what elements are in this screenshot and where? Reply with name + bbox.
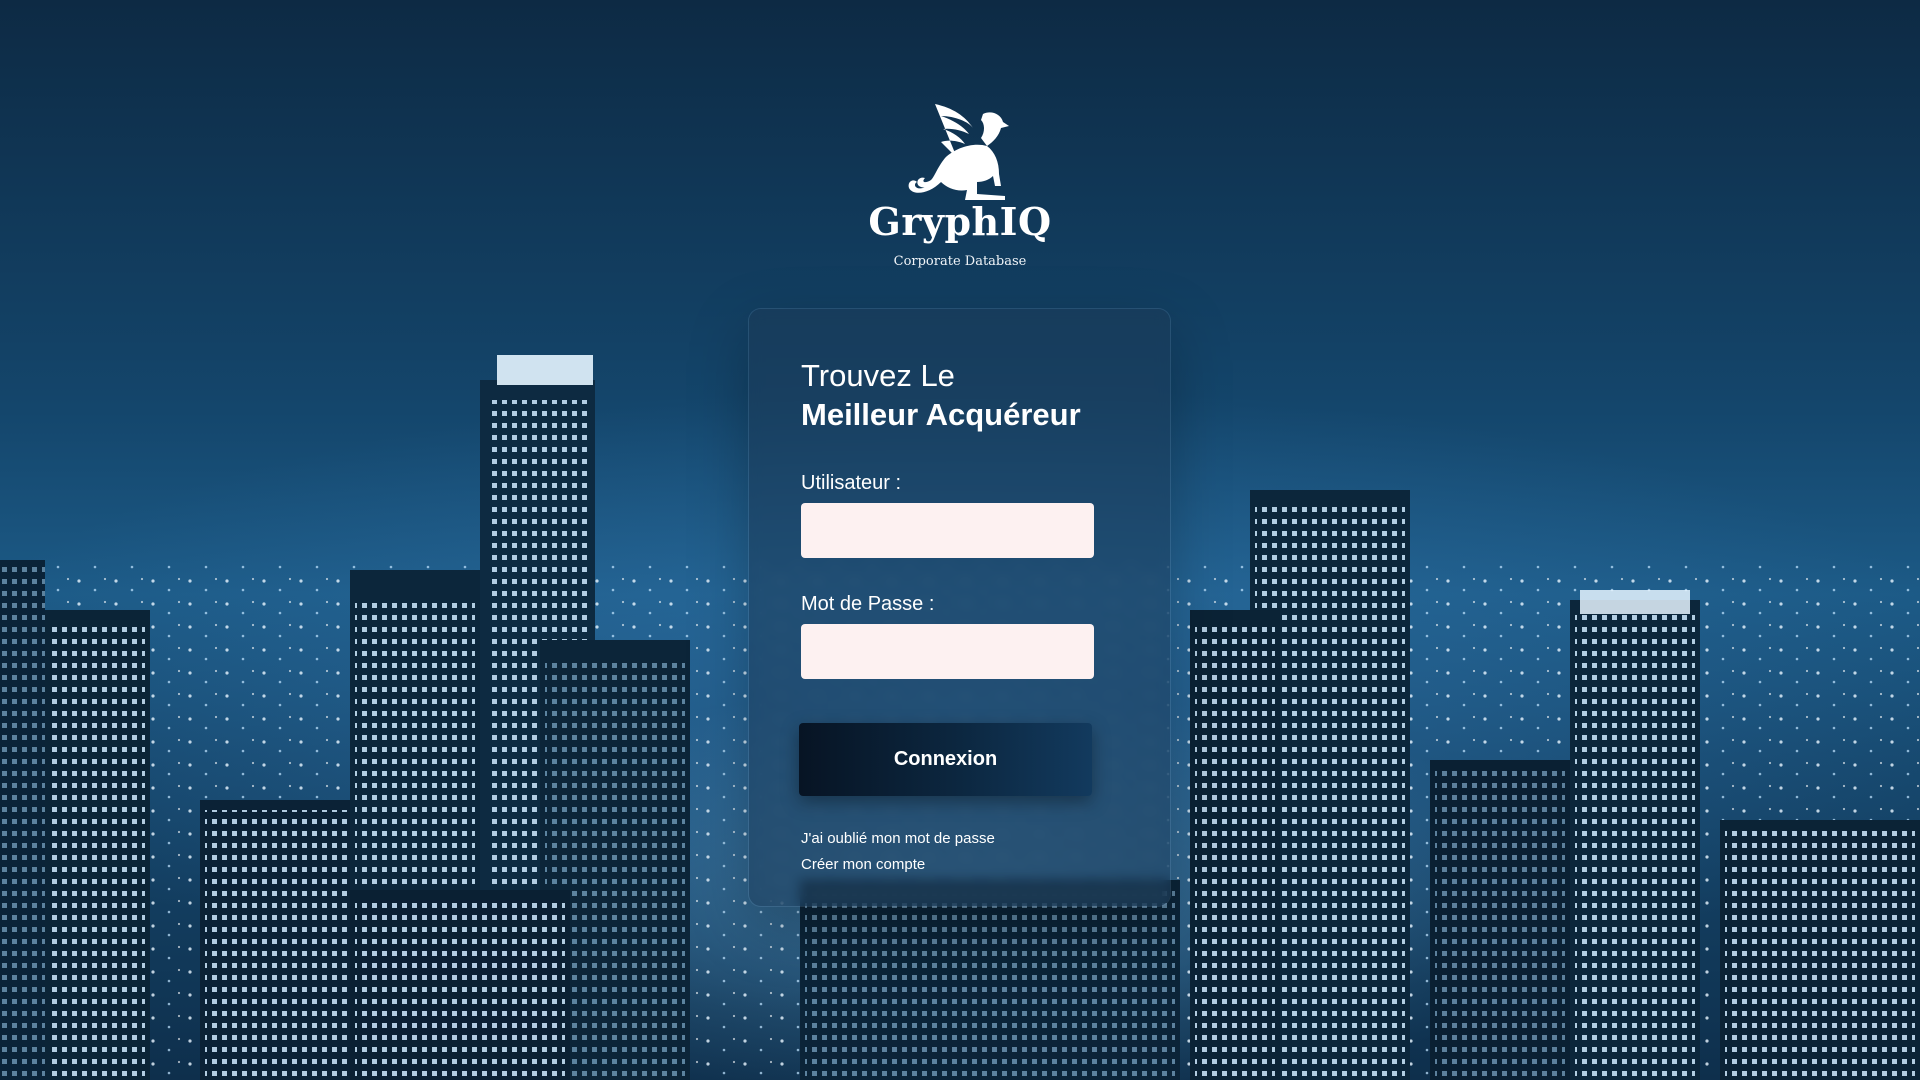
brand-subtitle: Corporate Database bbox=[893, 254, 1027, 269]
brand-header: GryphIQ Corporate Database bbox=[860, 98, 1060, 269]
brand-name: GryphIQ bbox=[868, 199, 1052, 244]
login-button[interactable]: Connexion bbox=[799, 723, 1092, 796]
username-label: Utilisateur : bbox=[801, 472, 902, 494]
password-input[interactable] bbox=[801, 624, 1094, 679]
password-label: Mot de Passe : bbox=[801, 593, 935, 615]
gryphon-icon bbox=[908, 104, 1009, 200]
username-input[interactable] bbox=[801, 503, 1094, 558]
login-title-line1: Trouvez Le bbox=[801, 358, 955, 393]
create-account-link[interactable]: Créer mon compte bbox=[801, 856, 925, 874]
login-card: Trouvez Le Meilleur Acquéreur Utilisateu… bbox=[749, 309, 1170, 906]
login-title-line2: Meilleur Acquéreur bbox=[801, 397, 1081, 432]
forgot-password-link[interactable]: J'ai oublié mon mot de passe bbox=[801, 830, 995, 848]
